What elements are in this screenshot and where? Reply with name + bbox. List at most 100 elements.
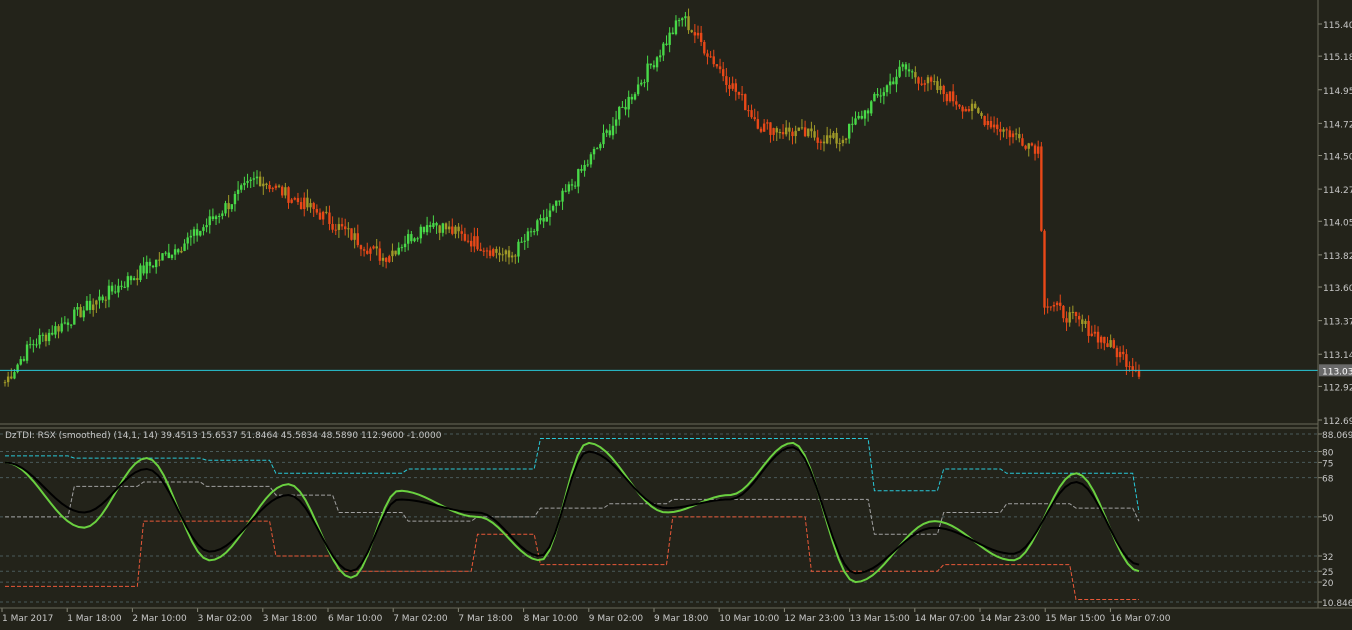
main-price-chart[interactable] (0, 8, 1318, 387)
candle-body (375, 246, 378, 249)
candle-body (1137, 370, 1141, 377)
candle-body (996, 124, 999, 130)
candle-body (762, 123, 766, 132)
candle-body (258, 176, 262, 187)
candle-body (92, 304, 95, 310)
candle-body (410, 234, 413, 242)
price-label: 113.82 (1323, 252, 1352, 262)
candle-body (807, 128, 810, 137)
candle-body (895, 76, 898, 85)
candle-body (825, 135, 829, 144)
price-label: 114.05 (1323, 218, 1352, 228)
candle-body (536, 220, 539, 232)
time-axis: 1 Mar 2017 1 Mar 18:00 2 Mar 10:00 3 Mar 02… (1, 608, 1171, 624)
candle-body (687, 16, 690, 31)
indicator-pane[interactable] (0, 433, 1318, 603)
candle-body (1128, 366, 1131, 368)
candle-body (177, 249, 180, 253)
level-label: 88.0695 (1322, 431, 1352, 441)
candle-body (882, 92, 886, 96)
time-label: 14 Mar 23:00 (980, 614, 1040, 624)
candle-body (85, 300, 89, 311)
candle-body (1024, 145, 1027, 149)
candle-body (933, 81, 936, 83)
price-label: 115.40 (1323, 21, 1352, 31)
candle-body (378, 248, 382, 261)
candle-body (750, 110, 753, 118)
candle-body (13, 372, 16, 379)
candle-body (32, 344, 35, 346)
candle-body (964, 108, 967, 112)
candle-body (573, 185, 577, 187)
chart-window[interactable]: 115.40 115.18 114.95 114.72 114.50 114.27 114.… (0, 0, 1352, 626)
candle-body (630, 96, 634, 100)
candle-body (961, 106, 964, 112)
candle-body (1065, 318, 1068, 323)
candle-body (139, 265, 142, 280)
level-label: 75 (1322, 459, 1333, 469)
candle-body (114, 291, 117, 293)
time-label: 9 Mar 02:00 (589, 614, 644, 624)
candle-body (766, 122, 769, 124)
time-label: 3 Mar 02:00 (198, 614, 253, 624)
candle-body (797, 127, 800, 131)
candle-body (914, 72, 917, 78)
candle-body (337, 224, 341, 230)
candle-body (19, 359, 22, 365)
candle-body (857, 115, 860, 119)
time-label: 9 Mar 18:00 (654, 614, 709, 624)
lower-band-line (5, 516, 1139, 600)
candle-body (54, 326, 57, 335)
candle-body (249, 179, 252, 181)
level-label: 32 (1322, 553, 1333, 563)
candle-body (592, 148, 596, 155)
candle-body (548, 210, 552, 217)
candle-body (577, 169, 580, 187)
candle-body (148, 261, 152, 266)
candle-body (1005, 129, 1008, 131)
candle-body (1087, 320, 1090, 336)
candle-body (57, 326, 60, 332)
candle-body (803, 127, 807, 137)
candle-body (1014, 133, 1018, 135)
candle-body (51, 332, 54, 335)
candle-body (832, 132, 835, 138)
candle-body (29, 344, 32, 346)
signal-line (4, 446, 1140, 575)
candle-body (841, 139, 845, 144)
candle-body (904, 64, 908, 70)
candle-body (479, 249, 482, 251)
candle-body (586, 164, 589, 166)
candle-body (277, 185, 281, 187)
candle-body (224, 203, 227, 214)
candle-body (495, 249, 498, 253)
candle-body (384, 257, 388, 262)
candle-body (596, 148, 599, 150)
candle-body (602, 132, 605, 145)
candle-body (1112, 340, 1115, 348)
candle-body (347, 228, 350, 230)
candle-body (690, 30, 693, 33)
candle-body (829, 135, 832, 138)
candle-body (740, 94, 744, 96)
candle-body (1002, 129, 1005, 132)
candle-body (589, 154, 593, 165)
candle-body (63, 322, 67, 324)
candle-body (255, 176, 259, 179)
candle-body (533, 231, 536, 233)
candle-body (1037, 146, 1040, 154)
candle-body (1081, 319, 1084, 324)
candle-body (47, 332, 51, 342)
price-label: 112.92 (1323, 383, 1352, 393)
candle-body (866, 110, 870, 114)
candle-body (901, 64, 904, 67)
candle-body (262, 183, 265, 187)
candle-body (1084, 320, 1087, 324)
candle-body (510, 255, 514, 258)
candle-body (470, 240, 473, 247)
candle-body (35, 344, 38, 346)
candle-body (123, 286, 126, 288)
candle-body (668, 32, 671, 45)
candle-body (744, 94, 747, 111)
price-label: 114.95 (1323, 87, 1352, 97)
